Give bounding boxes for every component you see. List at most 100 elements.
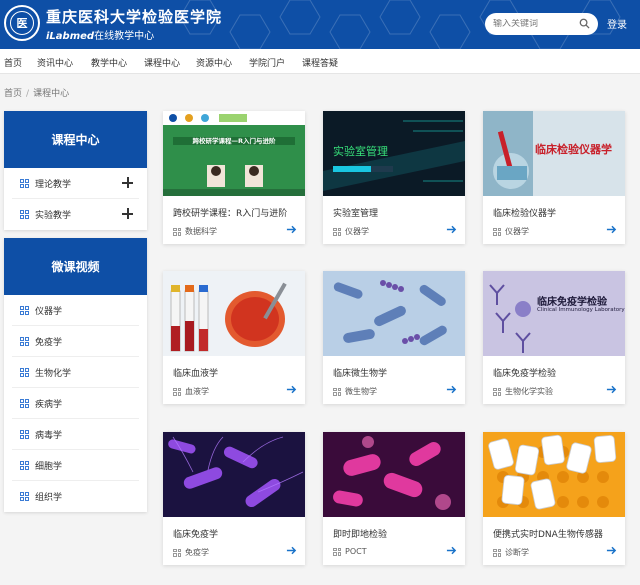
arrow-right-icon[interactable] xyxy=(286,545,297,556)
course-thumbnail[interactable] xyxy=(483,432,625,517)
nav-item-resources[interactable]: 资源中心 xyxy=(196,56,232,69)
grid-icon xyxy=(20,210,29,219)
sidebar-item-label: 实验教学 xyxy=(35,211,72,221)
sidebar-item-theory[interactable]: 理论教学 xyxy=(12,168,139,199)
course-title[interactable]: 临床检验仪器学 xyxy=(493,206,618,219)
course-title[interactable]: 临床免疫学 xyxy=(173,527,298,540)
sidebar-item-label: 理论教学 xyxy=(35,179,72,190)
course-thumbnail[interactable] xyxy=(163,432,305,517)
course-card-lab-instruments[interactable]: 临床检验仪器学 临床检验仪器学 仪器学 xyxy=(483,111,625,244)
arrow-right-icon[interactable] xyxy=(446,224,457,235)
grid-icon xyxy=(20,429,29,439)
thumbnail-cells-image xyxy=(323,432,465,517)
course-category-label: 诊断学 xyxy=(505,548,529,557)
grid-icon xyxy=(20,336,29,346)
course-card-microbiology[interactable]: 临床微生物学 微生物学 xyxy=(323,271,465,404)
sidebar-item-label: 免疫学 xyxy=(35,337,63,348)
course-thumbnail[interactable] xyxy=(163,271,305,356)
sidebar-item-virology[interactable]: 病毒学 xyxy=(12,419,139,450)
search-icon[interactable] xyxy=(579,18,590,29)
course-thumbnail[interactable]: 实验室管理 xyxy=(323,111,465,196)
course-card-lab-management[interactable]: 实验室管理 实验室管理 仪器学 xyxy=(323,111,465,244)
nav-item-qa[interactable]: 课程答疑 xyxy=(302,56,338,69)
course-card-r-intro[interactable]: 跨校研学课程—R入门与进阶 跨校研学课程：R入门与进阶 数据科学 xyxy=(163,111,305,244)
school-logo[interactable]: 医 xyxy=(4,5,40,41)
site-header: 医 重庆医科大学检验医学院 iLabmed在线教学中心 登录 xyxy=(0,0,640,49)
arrow-right-icon[interactable] xyxy=(606,224,617,235)
course-thumbnail[interactable] xyxy=(323,432,465,517)
search-box xyxy=(485,13,598,35)
expand-plus-icon[interactable] xyxy=(122,177,133,188)
thumbnail-r-course-image xyxy=(163,111,305,196)
course-title[interactable]: 临床免疫学检验 xyxy=(493,366,618,379)
course-category: 生物化学实验 xyxy=(493,386,553,397)
login-link[interactable]: 登录 xyxy=(607,16,627,31)
course-category: 免疫学 xyxy=(173,547,209,558)
course-thumbnail[interactable]: 临床检验仪器学 xyxy=(483,111,625,196)
nav-item-teaching[interactable]: 教学中心 xyxy=(91,56,127,69)
course-title[interactable]: 临床血液学 xyxy=(173,366,298,379)
category-grid-icon xyxy=(173,548,181,557)
sidebar-item-disease[interactable]: 疾病学 xyxy=(12,388,139,419)
nav-item-home[interactable]: 首页 xyxy=(4,56,22,69)
course-title[interactable]: 即时即地检验 xyxy=(333,527,458,540)
arrow-right-icon[interactable] xyxy=(606,545,617,556)
breadcrumb-current: 课程中心 xyxy=(33,89,70,99)
arrow-right-icon[interactable] xyxy=(446,384,457,395)
course-card-poct[interactable]: 即时即地检验 POCT xyxy=(323,432,465,565)
sidebar-heading-course-center: 课程中心 xyxy=(4,111,147,168)
sidebar-item-label: 疾病学 xyxy=(35,399,63,410)
sidebar-item-label: 生物化学 xyxy=(35,368,72,379)
breadcrumb-home[interactable]: 首页 xyxy=(4,89,22,99)
category-grid-icon xyxy=(493,227,501,236)
course-card-immuno-lab[interactable]: 临床免疫学检验 Clinical Immunology Laboratory 临… xyxy=(483,271,625,404)
sidebar-item-lab[interactable]: 实验教学 xyxy=(12,199,139,230)
course-title[interactable]: 临床微生物学 xyxy=(333,366,458,379)
sidebar-item-label: 细胞学 xyxy=(35,461,63,472)
nav-item-courses[interactable]: 课程中心 xyxy=(144,56,180,69)
course-category-label: 数据科学 xyxy=(185,227,217,236)
course-category: 仪器学 xyxy=(333,226,369,237)
course-category: 血液学 xyxy=(173,386,209,397)
grid-icon xyxy=(20,460,29,470)
grid-icon xyxy=(20,367,29,377)
sidebar-item-immunology[interactable]: 免疫学 xyxy=(12,326,139,357)
category-grid-icon xyxy=(173,227,181,236)
course-category: 诊断学 xyxy=(493,547,529,558)
course-thumbnail[interactable] xyxy=(323,271,465,356)
sidebar-item-histology[interactable]: 组织学 xyxy=(12,481,139,512)
arrow-right-icon[interactable] xyxy=(286,384,297,395)
sidebar-item-cytology[interactable]: 细胞学 xyxy=(12,450,139,481)
course-title[interactable]: 跨校研学课程：R入门与进阶 xyxy=(173,206,298,219)
category-grid-icon xyxy=(493,387,501,396)
course-category: 数据科学 xyxy=(173,226,217,237)
course-thumbnail[interactable]: 跨校研学课程—R入门与进阶 xyxy=(163,111,305,196)
thumbnail-subcaption: Clinical Immunology Laboratory xyxy=(537,307,625,313)
arrow-right-icon[interactable] xyxy=(606,384,617,395)
sidebar-item-instrument[interactable]: 仪器学 xyxy=(12,295,139,326)
breadcrumb-separator: / xyxy=(26,89,30,99)
course-card-hematology[interactable]: 临床血液学 血液学 xyxy=(163,271,305,404)
grid-icon xyxy=(20,178,29,188)
thumbnail-caption: 实验室管理 xyxy=(333,145,388,158)
subtitle-brand: iLabmed xyxy=(46,31,95,42)
thumbnail-caption: 跨校研学课程—R入门与进阶 xyxy=(192,137,276,145)
course-card-immunology[interactable]: 临床免疫学 免疫学 xyxy=(163,432,305,565)
subtitle-text: 在线教学中心 xyxy=(94,31,155,42)
grid-icon xyxy=(20,398,29,408)
sidebar-item-biochem[interactable]: 生物化学 xyxy=(12,357,139,388)
nav-item-news[interactable]: 资讯中心 xyxy=(37,56,73,69)
thumbnail-microbes-image xyxy=(323,271,465,356)
course-title[interactable]: 便携式实时DNA生物传感器 xyxy=(493,527,618,540)
course-category-label: 仪器学 xyxy=(345,227,369,236)
search-input[interactable] xyxy=(493,19,573,29)
course-category-label: 仪器学 xyxy=(505,227,529,236)
breadcrumb: 首页 / 课程中心 xyxy=(4,86,69,99)
arrow-right-icon[interactable] xyxy=(286,224,297,235)
arrow-right-icon[interactable] xyxy=(446,545,457,556)
course-card-dna-biosensor[interactable]: 便携式实时DNA生物传感器 诊断学 xyxy=(483,432,625,565)
course-title[interactable]: 实验室管理 xyxy=(333,206,458,219)
nav-item-portal[interactable]: 学院门户 xyxy=(249,56,285,69)
course-thumbnail[interactable]: 临床免疫学检验 Clinical Immunology Laboratory xyxy=(483,271,625,356)
expand-plus-icon[interactable] xyxy=(122,208,133,219)
